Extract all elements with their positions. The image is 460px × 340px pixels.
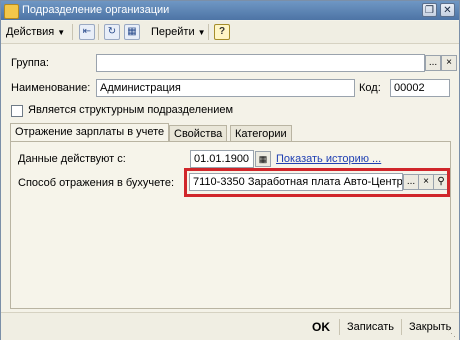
goto-menu[interactable]: Перейти ▼ [151,23,206,41]
tab-salary-accounting[interactable]: Отражение зарплаты в учете [10,123,170,142]
back-arrow-icon[interactable]: ⇤ [79,24,95,40]
save-button[interactable]: Записать [341,317,400,337]
toolbar-separator [98,24,99,40]
bottom-separator [401,319,402,335]
highlight-frame [184,168,450,197]
group-clear-button[interactable]: × [441,55,457,71]
restore-button[interactable]: ❐ [422,3,437,17]
name-field[interactable]: Администрация [96,79,355,97]
show-history-link[interactable]: Показать историю ... [276,153,381,165]
accounting-method-label: Способ отражения в бухучете: [18,177,175,189]
name-label: Наименование: [11,82,91,94]
group-select-button[interactable]: ... [425,55,441,71]
toolbar-separator [208,24,209,40]
goto-label: Перейти [151,26,195,38]
dialog-window: Подразделение организации ❐ ✕ Действия ▼… [0,0,460,340]
code-label: Код: [359,82,381,94]
valid-from-date-field[interactable]: 01.01.1900 [190,150,254,168]
dropdown-arrow-icon: ▼ [57,28,66,37]
code-field[interactable]: 00002 [390,79,450,97]
dropdown-arrow-icon: ▼ [197,28,206,37]
toolbar-separator [72,24,73,40]
app-icon [4,4,19,19]
refresh-icon[interactable]: ↻ [104,24,120,40]
calendar-icon[interactable]: ▦ [255,151,271,167]
structural-checkbox[interactable] [11,105,23,117]
group-field[interactable] [96,54,425,72]
window-title: Подразделение организации [22,4,170,16]
close-window-button[interactable]: ✕ [440,3,455,17]
tab-categories[interactable]: Категории [230,125,292,142]
ok-button[interactable]: OK [306,317,336,337]
actions-label: Действия [6,26,55,38]
structural-label: Является структурным подразделением [28,104,234,116]
bottom-bar: OK Записать Закрыть ⋱ [1,312,459,340]
bottom-separator [339,319,340,335]
resize-grip-icon[interactable]: ⋱ [447,328,457,338]
actions-menu[interactable]: Действия ▼ [6,23,65,41]
group-label: Группа: [11,57,49,69]
valid-from-label: Данные действуют с: [18,153,126,165]
toolbar: Действия ▼ ⇤ ↻ ▦ Перейти ▼ ? [1,21,459,44]
structure-icon[interactable]: ▦ [124,24,140,40]
title-bar: Подразделение организации ❐ ✕ [1,1,459,20]
help-button[interactable]: ? [214,24,230,40]
tab-properties[interactable]: Свойства [169,125,228,142]
